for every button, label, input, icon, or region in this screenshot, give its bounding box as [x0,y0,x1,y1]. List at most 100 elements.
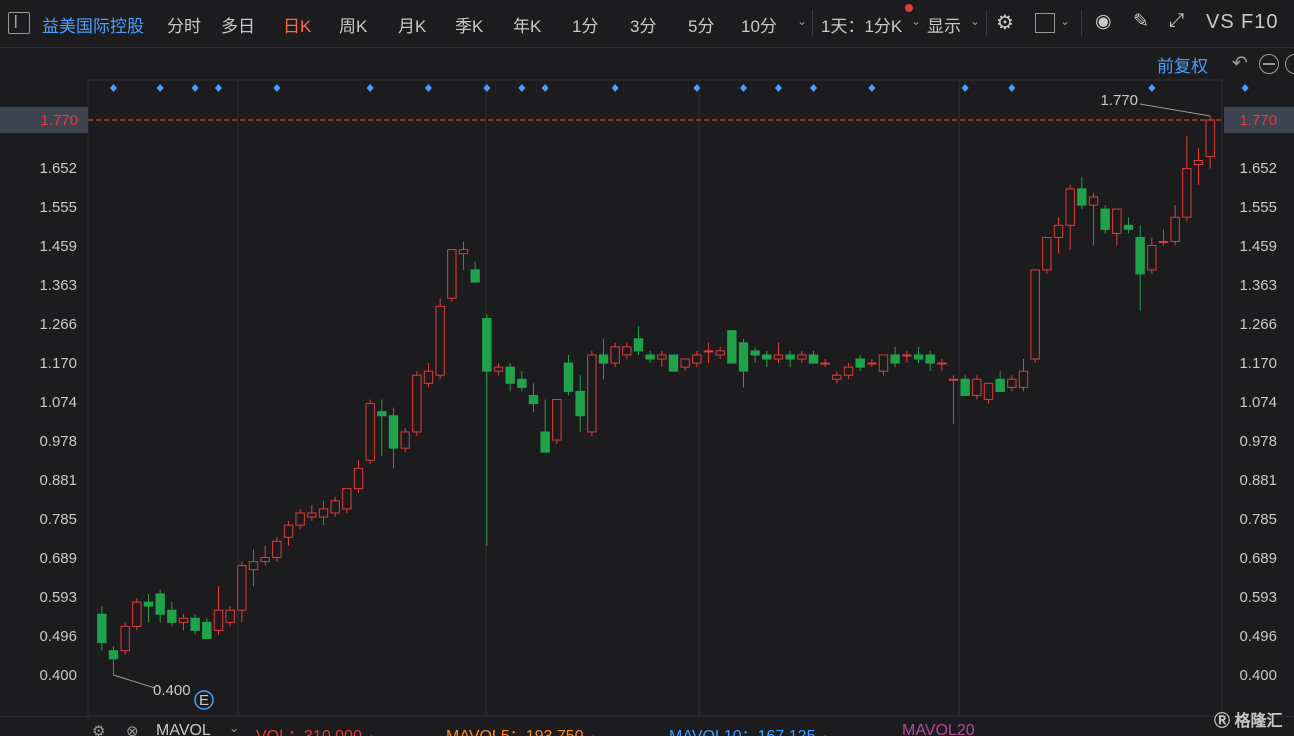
y-tick-label: 1.363 [39,277,77,294]
y-tick-label: 0.689 [39,550,77,567]
mavol5-value: MAVOL5：193.750 ▲ [446,722,598,736]
candle-body [1147,245,1157,271]
candle-body [318,508,329,518]
pencil-icon[interactable]: ✎ [1133,10,1149,33]
candle-body [1182,168,1192,218]
candle-body [843,366,854,376]
y-tick-label: 1.363 [1239,277,1277,294]
candle-body [552,399,562,441]
candle-body [307,512,317,518]
candle-body [423,370,434,384]
candle-body [272,540,282,559]
y-tick-label: 1.074 [1239,394,1277,411]
candle-body [878,354,889,372]
tab-weekly-k[interactable]: 周K [339,12,367,37]
tab-daily-k[interactable]: 日K [283,12,311,37]
display-menu[interactable]: 显示 [927,12,961,37]
toolbar: | 益美国际控股 分时 多日 日K 周K 月K 季K 年K 1分 3分 5分 1… [0,0,1294,48]
sidebar-toggle-icon[interactable] [8,12,30,34]
candle-body [575,390,585,417]
y-tick-label: 1.170 [1239,355,1277,372]
dividend-marker [1241,84,1249,92]
candle-body [143,601,154,607]
candle-body [237,565,247,611]
indicator-name[interactable]: MAVOL [156,722,211,736]
stock-name[interactable]: 益美国际控股 [42,12,144,37]
vs-button[interactable]: VS [1206,11,1235,34]
candle-body [202,621,212,640]
candle-body [598,354,609,364]
candle-body [633,338,644,352]
f10-button[interactable]: F10 [1241,11,1278,34]
indicator-bar: ⚙ ⊗ MAVOL ⌄ VOL：310.000 ▲ MAVOL5：193.750 ▲… [0,716,1294,736]
candle-body [1100,208,1110,230]
candle-body [563,362,574,392]
tab-5min[interactable]: 5分 [688,12,714,37]
candle-body [365,403,375,461]
mavol10-value: MAVOL10：167.125 ▲ [669,722,830,736]
tab-3min[interactable]: 3分 [630,12,656,37]
y-tick-label: 0.496 [1239,628,1277,645]
chevron-down-icon[interactable]: ⌄ [911,14,921,28]
tab-fenshi[interactable]: 分时 [167,12,201,37]
period-select[interactable]: 1天：1分K [821,12,902,37]
tab-multi-day[interactable]: 多日 [221,12,255,37]
y-tick-label: 0.593 [1239,589,1277,606]
camera-icon[interactable]: ◉ [1095,10,1112,33]
candle-body [622,346,632,356]
y-tick-label: 1.459 [39,238,77,255]
plot-area [87,79,1223,717]
chevron-down-icon[interactable]: ⌄ [970,14,980,28]
candle-body [610,346,620,364]
y-tick-label: 1.652 [39,160,77,177]
tab-yearly-k[interactable]: 年K [513,12,541,37]
candle-body [97,613,107,644]
logo-icon: Ⓡ [1214,713,1231,730]
candle-body [283,524,294,538]
candle-body [750,350,760,356]
current-price-tag-left-text: 1.770 [40,112,78,129]
settings-icon[interactable]: ⚙ [92,722,105,736]
separator [1081,10,1082,36]
candle-body [1205,119,1215,157]
tab-quarterly-k[interactable]: 季K [455,12,483,37]
tab-1min[interactable]: 1分 [572,12,598,37]
tab-10min[interactable]: 10分 [741,12,777,37]
y-tick-label: 1.074 [39,394,77,411]
fullscreen-icon[interactable]: ⤢ [1169,10,1184,32]
chevron-down-icon[interactable]: ⌄ [229,721,239,735]
close-icon[interactable]: ⊗ [126,722,139,736]
chevron-down-icon[interactable]: ⌄ [797,14,807,28]
gear-icon[interactable]: ⚙ [996,10,1014,35]
candle-body [855,358,865,368]
y-tick-label: 0.978 [1239,433,1277,450]
candle-body [972,378,982,396]
candle-body [983,382,994,401]
candle-body [517,378,527,388]
candle-body [960,378,970,396]
y-tick-label: 0.400 [39,667,77,684]
tab-monthly-k[interactable]: 月K [398,12,426,37]
mavol10-value-text: MAVOL10：167.125 [669,728,815,736]
candle-body [680,358,690,368]
candle-body [657,354,667,360]
max-price-label: 1.770 [1100,92,1138,109]
candle-body [890,354,900,364]
candle-body [155,593,165,615]
undo-icon[interactable]: ↶ [1232,52,1248,75]
candle-body [353,467,364,490]
current-price-tag-right-text: 1.770 [1239,112,1277,129]
candle-body [797,354,807,360]
candle-body [587,354,597,433]
y-tick-label: 0.593 [39,589,77,606]
y-tick-label: 0.496 [39,628,77,645]
chevron-down-icon[interactable]: ⌄ [1060,14,1070,28]
adjust-label[interactable]: 前复权 [1157,52,1208,77]
candle-body [692,354,702,364]
candle-body [820,362,830,365]
candle-body [377,411,387,417]
candle-body [482,318,492,372]
square-icon[interactable] [1035,13,1055,33]
y-tick-label: 0.881 [39,472,77,489]
candle-body [948,378,959,381]
